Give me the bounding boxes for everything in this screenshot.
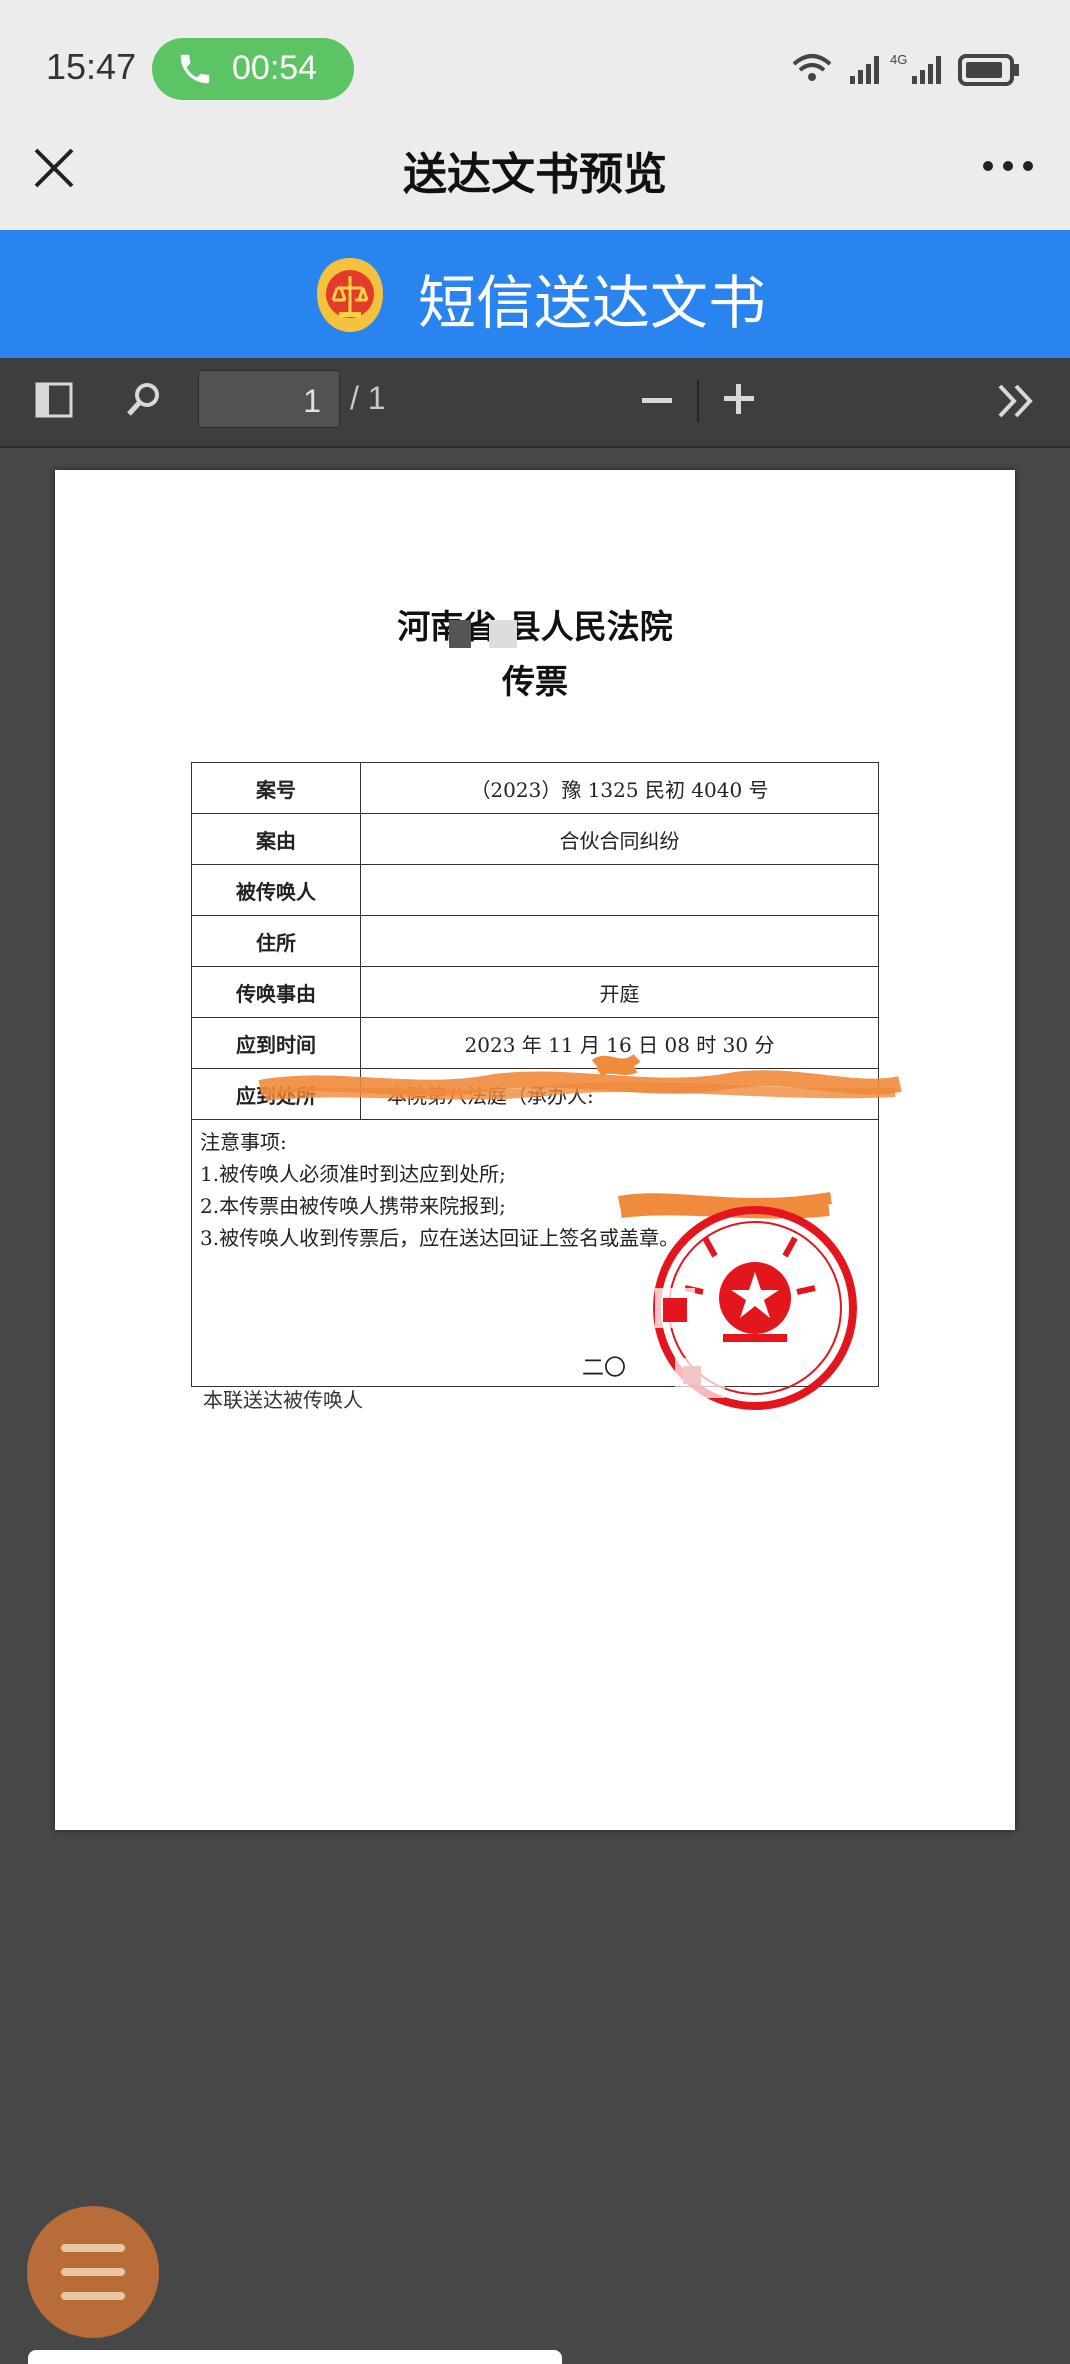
banner: 短信送达文书 <box>0 230 1070 358</box>
page-title: 送达文书预览 <box>403 149 667 200</box>
row-label: 案号 <box>191 762 361 814</box>
row-label: 住所 <box>191 915 361 967</box>
call-duration: 00:54 <box>232 49 318 87</box>
notes-title: 注意事项: <box>200 1130 287 1154</box>
note-item: 1.被传唤人必须准时到达应到处所; <box>200 1162 506 1186</box>
name-redaction <box>591 1053 641 1077</box>
menu-icon-bar <box>61 2244 125 2252</box>
row-value <box>360 915 879 967</box>
table-row: 应到时间 2023 年 11 月 16 日 08 时 30 分 <box>191 1017 879 1069</box>
document-page: 河南省 县人民法院 传票 案号 （2023）豫 1325 民初 4040 号 案由… <box>55 470 1015 1830</box>
row-label: 被传唤人 <box>191 864 361 916</box>
address-redaction <box>258 1070 902 1101</box>
sidebar-toggle-icon[interactable] <box>34 380 74 420</box>
status-time: 15:47 <box>46 46 137 87</box>
phone-icon <box>180 54 210 84</box>
row-value <box>360 864 879 916</box>
menu-icon-bar <box>61 2268 125 2276</box>
floating-menu-button[interactable] <box>27 2206 159 2338</box>
court-seal-icon <box>653 1206 857 1410</box>
issue-date: 二〇 <box>582 1356 627 1381</box>
court-name-redaction <box>449 620 471 648</box>
court-name: 河南省 县人民法院 <box>397 607 673 646</box>
title-bar: 送达文书预览 <box>0 110 1070 230</box>
table-row: 案号 （2023）豫 1325 民初 4040 号 <box>191 762 879 814</box>
row-value: 合伙合同纠纷 <box>360 813 879 865</box>
page-number-input[interactable]: 1 <box>198 370 340 428</box>
document-type: 传票 <box>502 662 568 701</box>
pdf-toolbar: 1 / 1 <box>0 358 1070 448</box>
search-icon[interactable] <box>124 380 164 420</box>
signal-icon-1 <box>850 56 879 84</box>
row-label: 应到时间 <box>191 1017 361 1069</box>
ongoing-call-pill[interactable]: 00:54 <box>152 38 354 100</box>
toolbar-separator <box>697 380 699 422</box>
row-value: 开庭 <box>360 966 879 1018</box>
court-emblem-icon <box>317 258 383 332</box>
network-type-label: 4G <box>890 52 907 67</box>
double-chevron-right-icon[interactable] <box>996 382 1038 420</box>
page-count: / 1 <box>350 380 386 416</box>
footnote: 本联送达被传唤人 <box>203 1388 363 1412</box>
zoom-in-icon[interactable] <box>722 382 756 416</box>
court-name-redaction <box>489 620 517 648</box>
banner-title: 短信送达文书 <box>418 269 767 337</box>
row-value: （2023）豫 1325 民初 4040 号 <box>360 762 879 814</box>
zoom-out-icon[interactable] <box>640 390 674 410</box>
table-row: 案由 合伙合同纠纷 <box>191 813 879 865</box>
bottom-sheet-edge <box>28 2350 562 2364</box>
signal-icon-2 <box>912 56 941 84</box>
row-label: 案由 <box>191 813 361 865</box>
system-status-icons: 4G <box>792 52 1019 86</box>
row-label: 传唤事由 <box>191 966 361 1018</box>
battery-icon <box>958 54 1019 86</box>
menu-icon-bar <box>61 2292 125 2300</box>
more-options-icon[interactable] <box>982 160 1034 172</box>
table-row: 传唤事由 开庭 <box>191 966 879 1018</box>
table-row: 住所 <box>191 915 879 967</box>
wifi-icon <box>792 54 832 81</box>
table-row: 被传唤人 <box>191 864 879 916</box>
